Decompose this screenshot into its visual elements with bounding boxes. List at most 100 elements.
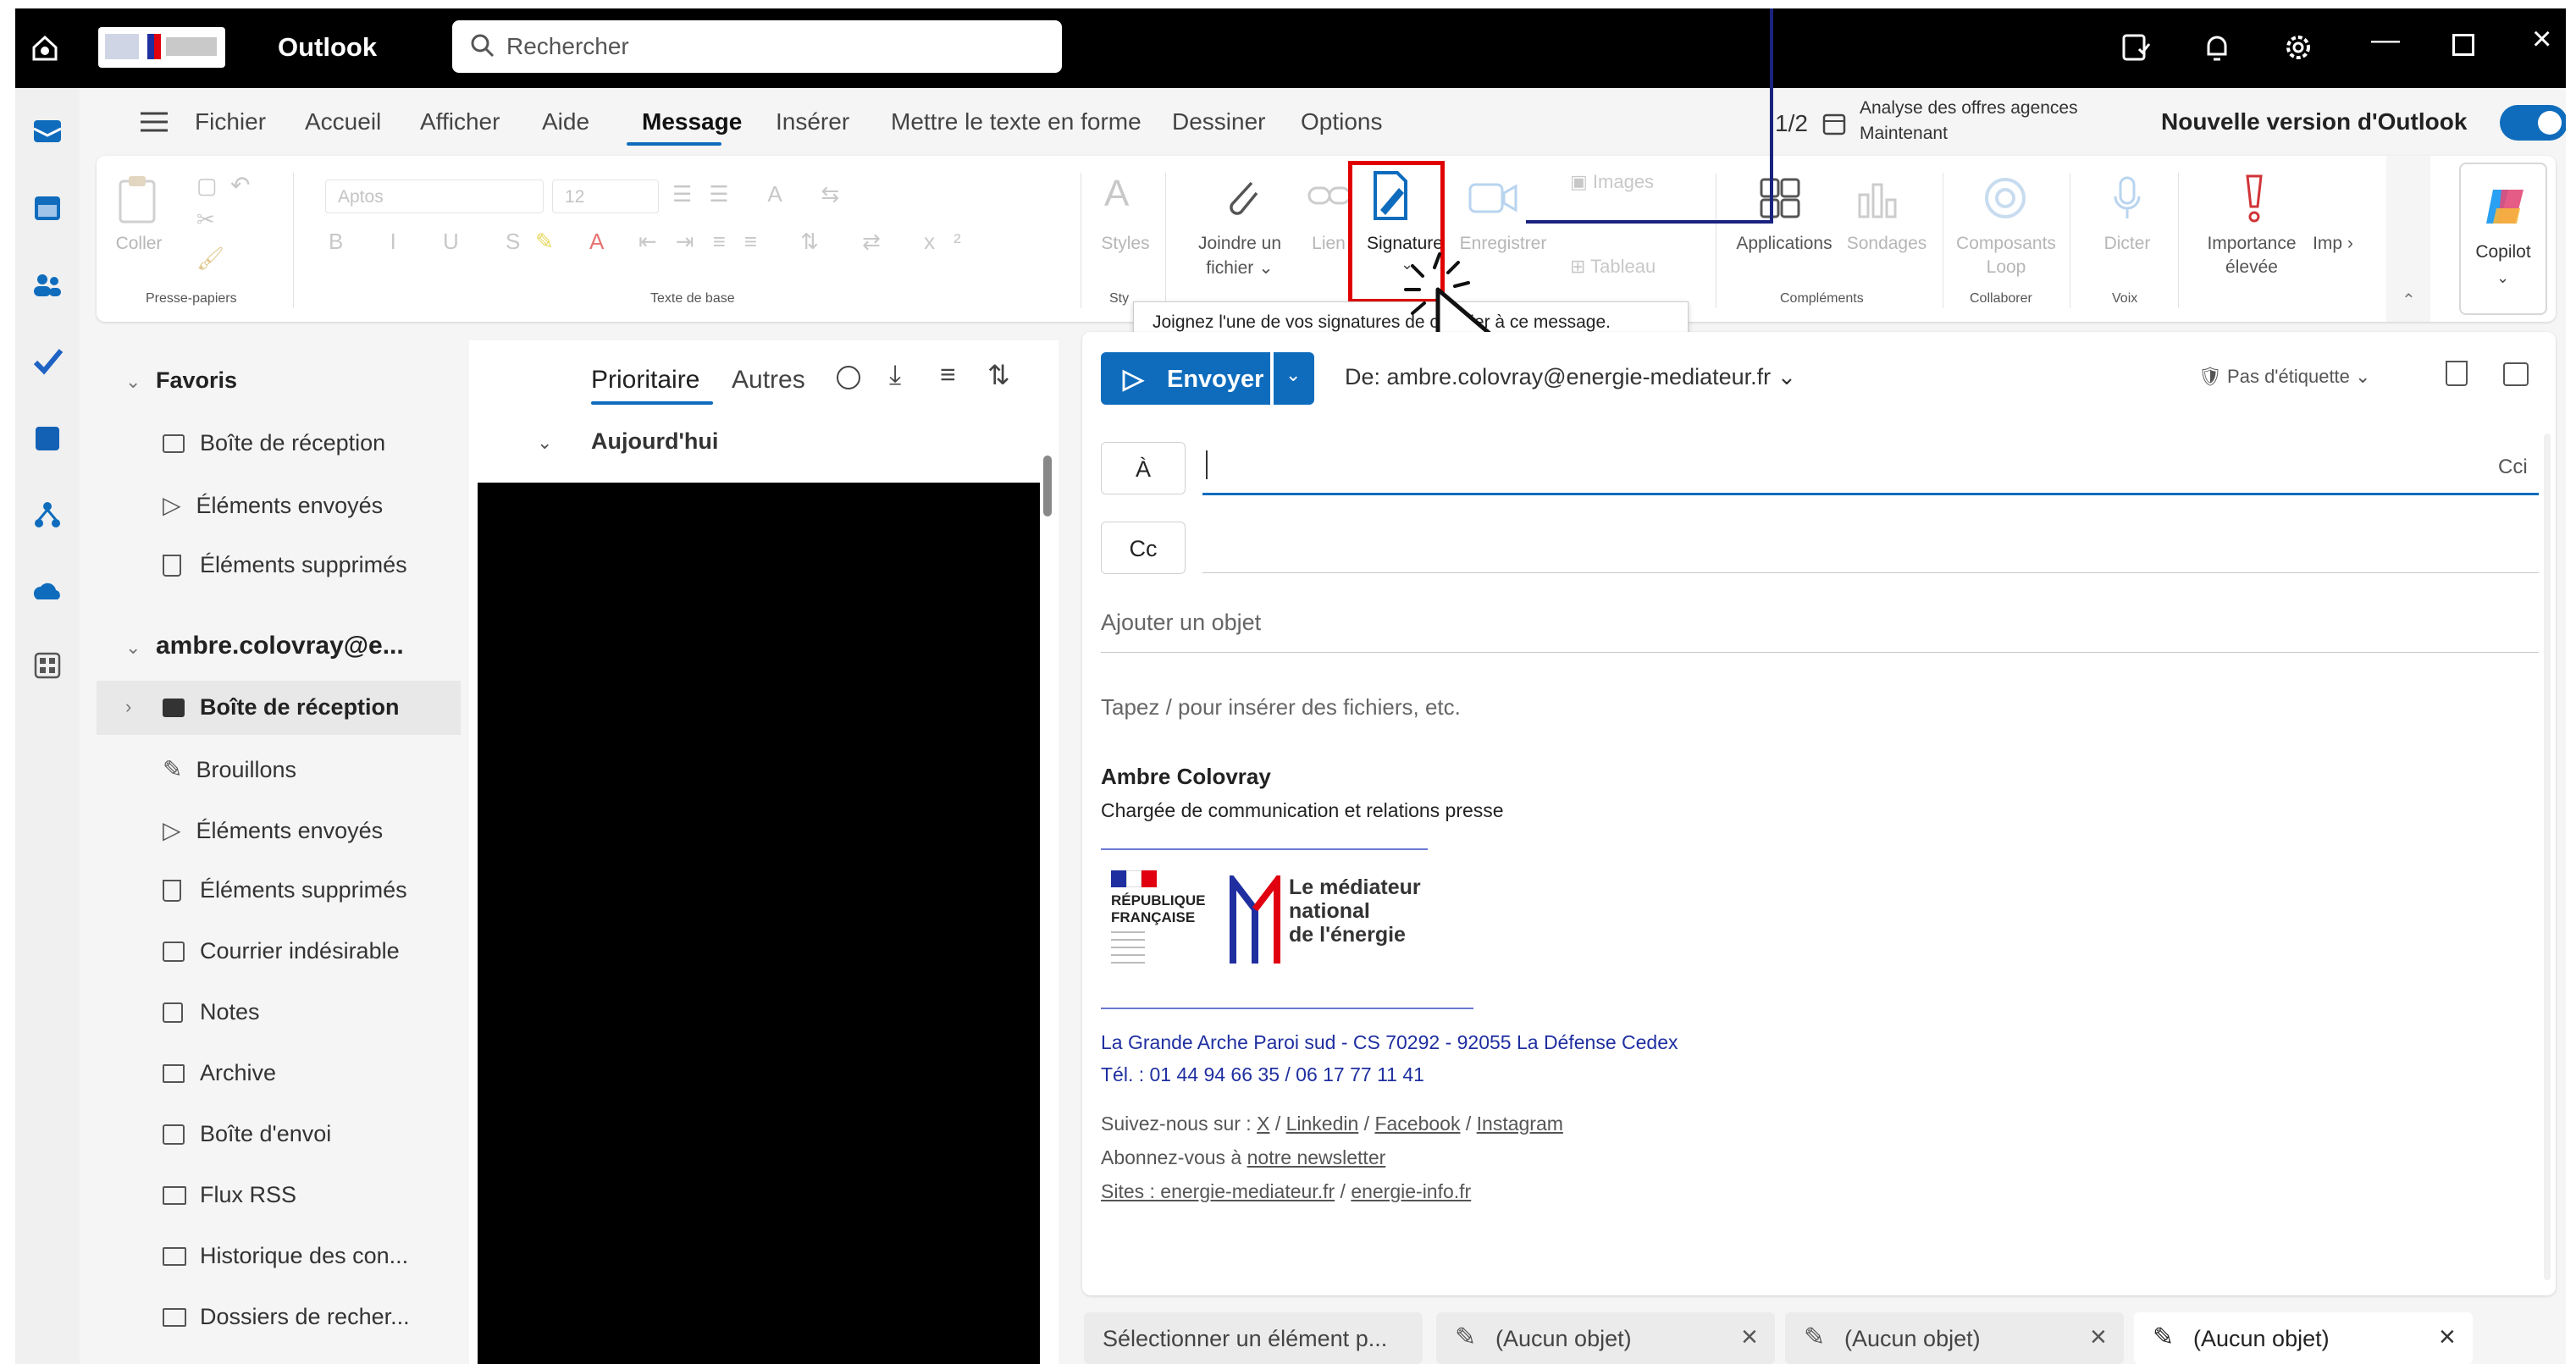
bottom-tab-select-item[interactable]: Sélectionner un élément p... bbox=[1084, 1312, 1423, 1364]
importance-high-icon[interactable] bbox=[2239, 173, 2269, 224]
tab-options[interactable]: Options bbox=[1301, 108, 1383, 135]
folder-conversation-history[interactable]: Historique des con... bbox=[163, 1243, 408, 1269]
copy-icon[interactable]: ✂ bbox=[196, 207, 215, 233]
polls-icon[interactable] bbox=[1856, 181, 1900, 218]
list-format-icons[interactable]: ☰☰ A ⇆ bbox=[672, 181, 856, 207]
subject-input[interactable]: Ajouter un objet bbox=[1101, 610, 1261, 636]
images-button[interactable]: ▣ Images bbox=[1570, 171, 1654, 193]
search-input[interactable]: Rechercher bbox=[452, 20, 1062, 73]
text-style-icons[interactable]: B I U S bbox=[329, 229, 540, 255]
folder-search-folders[interactable]: Dossiers de recher... bbox=[163, 1304, 410, 1330]
cut-icon[interactable]: ▢ bbox=[196, 173, 218, 199]
account-header[interactable]: ambre.colovray@e... bbox=[156, 632, 404, 660]
people-icon[interactable] bbox=[30, 268, 64, 301]
importance-low-label[interactable]: Imp › bbox=[2312, 234, 2354, 254]
other-tab[interactable]: Autres bbox=[732, 366, 805, 395]
link-energie-info[interactable]: energie-info.fr bbox=[1351, 1180, 1471, 1202]
account-inbox[interactable]: Boîte de réception bbox=[163, 694, 400, 721]
bottom-tab-draft-2[interactable]: ✎ (Aucun objet) × bbox=[1785, 1312, 2124, 1364]
tab-accueil[interactable]: Accueil bbox=[305, 108, 381, 135]
folder-sent[interactable]: ▷ Éléments envoyés bbox=[163, 816, 383, 844]
gear-icon[interactable] bbox=[2281, 30, 2315, 64]
font-color-icon[interactable]: A bbox=[589, 229, 604, 255]
sensitivity-label-button[interactable]: 🛡 Pas d'étiquette ⌄ bbox=[2198, 366, 2370, 388]
highlight-icon[interactable]: ✎ bbox=[535, 229, 554, 255]
group-today-header[interactable]: Aujourd'hui bbox=[591, 428, 718, 455]
reminder-title[interactable]: Analyse des offres agences bbox=[1860, 98, 2078, 119]
link-newsletter[interactable]: notre newsletter bbox=[1247, 1146, 1386, 1168]
apps-icon[interactable] bbox=[30, 649, 64, 682]
collapse-today-icon[interactable]: ⌄ bbox=[537, 432, 552, 454]
font-name-select[interactable]: Aptos bbox=[325, 179, 544, 213]
mail-icon[interactable] bbox=[30, 113, 64, 147]
paragraph-icons[interactable]: ⇤⇥≡≡ ⇅ ⇄ x² bbox=[638, 229, 980, 255]
onenote-icon[interactable] bbox=[30, 422, 64, 456]
collapse-favorites-icon[interactable]: ⌄ bbox=[125, 371, 141, 393]
bcc-button[interactable]: Cci bbox=[2498, 456, 2528, 479]
link-facebook[interactable]: Facebook bbox=[1374, 1113, 1460, 1135]
styles-icon[interactable]: A bbox=[1104, 173, 1129, 215]
discard-icon[interactable] bbox=[2446, 361, 2468, 386]
tab-fichier[interactable]: Fichier bbox=[195, 108, 266, 135]
folder-archive[interactable]: Archive bbox=[163, 1060, 276, 1086]
to-input[interactable] bbox=[1202, 450, 2473, 484]
collapse-account-icon[interactable]: ⌄ bbox=[125, 637, 141, 659]
home-icon[interactable] bbox=[29, 32, 61, 64]
collapse-ribbon-icon[interactable]: ⌃ bbox=[2402, 290, 2416, 311]
bottom-tab-draft-3[interactable]: ✎ (Aucun objet) × bbox=[2134, 1312, 2473, 1364]
calendar-icon[interactable] bbox=[30, 191, 64, 225]
favorite-sent[interactable]: ▷ Éléments envoyés bbox=[163, 491, 383, 519]
link-x[interactable]: X bbox=[1257, 1113, 1269, 1135]
new-outlook-toggle[interactable] bbox=[2500, 105, 2566, 141]
close-tab-icon[interactable]: × bbox=[2090, 1321, 2107, 1354]
link-icon[interactable] bbox=[1306, 179, 1353, 213]
link-linkedin[interactable]: Linkedin bbox=[1286, 1113, 1359, 1135]
table-button[interactable]: ⊞ Tableau bbox=[1570, 256, 1656, 278]
folder-deleted[interactable]: Éléments supprimés bbox=[163, 877, 407, 903]
sort-icon[interactable]: ⇅ bbox=[987, 359, 1010, 391]
tab-aide[interactable]: Aide bbox=[542, 108, 589, 135]
close-tab-icon[interactable]: × bbox=[1741, 1321, 1758, 1354]
copilot-button[interactable]: Copilot ⌄ bbox=[2459, 163, 2547, 315]
link-instagram[interactable]: Instagram bbox=[1477, 1113, 1563, 1135]
applications-icon[interactable] bbox=[1758, 176, 1802, 220]
favorites-header[interactable]: Favoris bbox=[156, 367, 237, 394]
jump-icon[interactable]: ⤓ bbox=[889, 359, 901, 391]
body-placeholder[interactable]: Tapez / pour insérer des fichiers, etc. bbox=[1101, 694, 1461, 721]
tab-dessiner[interactable]: Dessiner bbox=[1172, 108, 1265, 135]
tab-message[interactable]: Message bbox=[642, 108, 742, 135]
undo-icon[interactable]: ↶ bbox=[230, 171, 250, 199]
folder-notes[interactable]: Notes bbox=[163, 999, 260, 1025]
hamburger-menu-icon[interactable] bbox=[139, 108, 169, 135]
paperclip-icon[interactable] bbox=[1218, 173, 1265, 224]
filter-icon[interactable]: ≡ bbox=[940, 359, 956, 390]
microphone-icon[interactable] bbox=[2110, 174, 2144, 224]
message-list-scrollbar[interactable] bbox=[1043, 456, 1052, 516]
bell-icon[interactable] bbox=[2200, 30, 2234, 64]
focused-tab[interactable]: Prioritaire bbox=[591, 366, 699, 395]
mytasks-icon[interactable] bbox=[2119, 30, 2153, 64]
favorite-inbox[interactable]: Boîte de réception bbox=[163, 430, 385, 456]
paste-icon[interactable] bbox=[115, 174, 159, 225]
close-window-button[interactable]: × bbox=[2532, 20, 2551, 58]
loop-icon[interactable] bbox=[1982, 174, 2029, 222]
select-icon[interactable] bbox=[837, 366, 860, 389]
expand-inbox-icon[interactable]: › bbox=[125, 696, 131, 718]
onedrive-icon[interactable] bbox=[30, 574, 64, 608]
send-button[interactable]: ▷ Envoyer bbox=[1101, 352, 1270, 405]
todo-icon[interactable] bbox=[30, 344, 64, 378]
reminder-pager[interactable]: 1/2 bbox=[1775, 110, 1808, 137]
minimize-button[interactable]: — bbox=[2371, 24, 2400, 57]
folder-outbox[interactable]: Boîte d'envoi bbox=[163, 1121, 331, 1147]
format-painter-icon[interactable]: 🖌 bbox=[196, 246, 224, 272]
tab-inserer[interactable]: Insérer bbox=[776, 108, 849, 135]
folder-drafts[interactable]: ✎ Brouillons bbox=[163, 755, 296, 783]
cc-button[interactable]: Cc bbox=[1101, 522, 1186, 574]
maximize-button[interactable] bbox=[2452, 34, 2474, 56]
folder-rss[interactable]: Flux RSS bbox=[163, 1182, 296, 1208]
popout-icon[interactable] bbox=[2503, 362, 2529, 386]
send-options-button[interactable]: ⌄ bbox=[1274, 352, 1314, 405]
bottom-tab-draft-1[interactable]: ✎ (Aucun objet) × bbox=[1436, 1312, 1775, 1364]
favorite-deleted[interactable]: Éléments supprimés bbox=[163, 552, 407, 578]
tab-afficher[interactable]: Afficher bbox=[420, 108, 500, 135]
